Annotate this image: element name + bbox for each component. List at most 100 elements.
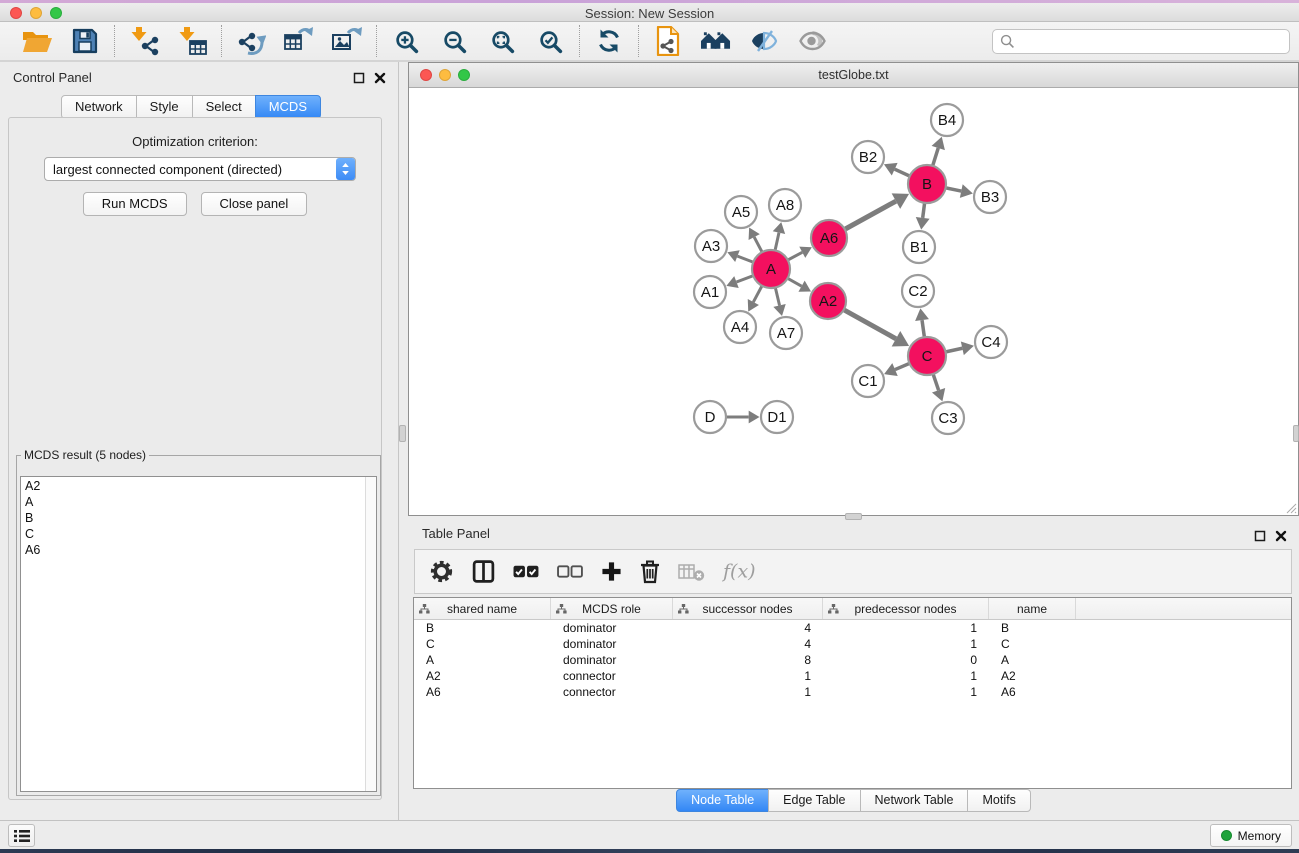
export-network-icon[interactable] bbox=[236, 26, 266, 56]
cell-predecessor-nodes[interactable]: 1 bbox=[823, 636, 989, 652]
apply-function-icon[interactable]: f(x) bbox=[722, 560, 758, 583]
graph-node-C[interactable]: C bbox=[908, 337, 946, 375]
column-header-predecessor-nodes[interactable]: predecessor nodes bbox=[823, 598, 989, 619]
cell-mcds-role[interactable]: dominator bbox=[551, 652, 673, 668]
float-panel-icon[interactable] bbox=[352, 71, 365, 84]
graph-node-C1[interactable]: C1 bbox=[852, 365, 884, 397]
delete-table-icon[interactable] bbox=[678, 562, 705, 582]
show-hide-columns-icon[interactable] bbox=[471, 559, 496, 584]
task-history-button[interactable] bbox=[8, 824, 35, 847]
tab-select[interactable]: Select bbox=[192, 95, 256, 119]
graph-node-B[interactable]: B bbox=[908, 165, 946, 203]
export-table-icon[interactable] bbox=[284, 26, 314, 56]
cell-shared-name[interactable]: C bbox=[414, 636, 551, 652]
table-row[interactable]: A2connector11A2 bbox=[414, 668, 1291, 684]
tab-mcds[interactable]: MCDS bbox=[255, 95, 321, 119]
tab-motifs[interactable]: Motifs bbox=[967, 789, 1030, 812]
zoom-selected-icon[interactable] bbox=[535, 26, 565, 56]
cell-shared-name[interactable]: A bbox=[414, 652, 551, 668]
graph-node-A6[interactable]: A6 bbox=[811, 220, 847, 256]
cell-successor-nodes[interactable]: 4 bbox=[673, 620, 823, 636]
cell-successor-nodes[interactable]: 1 bbox=[673, 668, 823, 684]
cell-shared-name[interactable]: A6 bbox=[414, 684, 551, 700]
cell-successor-nodes[interactable]: 8 bbox=[673, 652, 823, 668]
column-header-shared-name[interactable]: shared name bbox=[414, 598, 551, 619]
cell-predecessor-nodes[interactable]: 1 bbox=[823, 620, 989, 636]
open-folder-icon[interactable] bbox=[22, 26, 52, 56]
network-preview-icon[interactable] bbox=[797, 26, 827, 56]
run-mcds-button[interactable]: Run MCDS bbox=[83, 192, 187, 216]
table-row[interactable]: A6connector11A6 bbox=[414, 684, 1291, 700]
graph-node-A8[interactable]: A8 bbox=[769, 189, 801, 221]
cell-name[interactable]: A6 bbox=[989, 684, 1076, 700]
search-input[interactable] bbox=[1015, 30, 1289, 53]
mcds-result-item[interactable]: A6 bbox=[21, 542, 364, 558]
criterion-dropdown[interactable]: largest connected component (directed) bbox=[44, 157, 356, 181]
graph-node-B2[interactable]: B2 bbox=[852, 141, 884, 173]
cell-mcds-role[interactable]: dominator bbox=[551, 636, 673, 652]
cell-successor-nodes[interactable]: 1 bbox=[673, 684, 823, 700]
resize-grip[interactable] bbox=[1284, 501, 1297, 514]
column-header-successor-nodes[interactable]: successor nodes bbox=[673, 598, 823, 619]
select-all-icon[interactable] bbox=[513, 562, 540, 581]
graph-node-D1[interactable]: D1 bbox=[761, 401, 793, 433]
delete-columns-icon[interactable] bbox=[639, 559, 661, 584]
column-header-name[interactable]: name bbox=[989, 598, 1076, 619]
mcds-result-item[interactable]: A2 bbox=[21, 478, 364, 494]
graph-node-A5[interactable]: A5 bbox=[725, 196, 757, 228]
zoom-in-icon[interactable] bbox=[391, 26, 421, 56]
first-neighbors-icon[interactable] bbox=[701, 26, 731, 56]
close-panel-icon[interactable] bbox=[373, 71, 386, 84]
zoom-fit-icon[interactable] bbox=[487, 26, 517, 56]
graph-node-B1[interactable]: B1 bbox=[903, 231, 935, 263]
cell-mcds-role[interactable]: dominator bbox=[551, 620, 673, 636]
right-splitter-handle[interactable] bbox=[1293, 425, 1299, 442]
unselect-all-icon[interactable] bbox=[557, 562, 584, 581]
network-canvas[interactable]: B4B2BB3B1A5A8A6A3AA1A4A7A2C2CC4C1C3DD1 bbox=[409, 88, 1298, 515]
table-row[interactable]: Adominator80A bbox=[414, 652, 1291, 668]
graph-node-C2[interactable]: C2 bbox=[902, 275, 934, 307]
cell-name[interactable]: C bbox=[989, 636, 1076, 652]
tab-network-table[interactable]: Network Table bbox=[860, 789, 969, 812]
graph-node-D[interactable]: D bbox=[694, 401, 726, 433]
table-row[interactable]: Bdominator41B bbox=[414, 620, 1291, 636]
tab-node-table[interactable]: Node Table bbox=[676, 789, 769, 812]
close-table-panel-icon[interactable] bbox=[1274, 529, 1287, 542]
graph-node-A4[interactable]: A4 bbox=[724, 311, 756, 343]
cell-name[interactable]: A bbox=[989, 652, 1076, 668]
clone-network-icon[interactable] bbox=[653, 26, 683, 56]
graph-node-B4[interactable]: B4 bbox=[931, 104, 963, 136]
search-field[interactable] bbox=[992, 29, 1290, 54]
mcds-result-item[interactable]: B bbox=[21, 510, 364, 526]
cell-successor-nodes[interactable]: 4 bbox=[673, 636, 823, 652]
create-column-icon[interactable] bbox=[601, 561, 622, 582]
cell-mcds-role[interactable]: connector bbox=[551, 668, 673, 684]
graph-node-A7[interactable]: A7 bbox=[770, 317, 802, 349]
toggle-graphics-details-icon[interactable] bbox=[749, 26, 779, 56]
cell-mcds-role[interactable]: connector bbox=[551, 684, 673, 700]
graph-node-B3[interactable]: B3 bbox=[974, 181, 1006, 213]
refresh-icon[interactable] bbox=[594, 26, 624, 56]
cell-name[interactable]: B bbox=[989, 620, 1076, 636]
export-image-icon[interactable] bbox=[332, 26, 362, 56]
save-icon[interactable] bbox=[70, 26, 100, 56]
zoom-out-icon[interactable] bbox=[439, 26, 469, 56]
graph-node-A[interactable]: A bbox=[752, 250, 790, 288]
cell-name[interactable]: A2 bbox=[989, 668, 1076, 684]
mcds-result-item[interactable]: A bbox=[21, 494, 364, 510]
tab-network[interactable]: Network bbox=[61, 95, 137, 119]
graph-node-A1[interactable]: A1 bbox=[694, 276, 726, 308]
cell-predecessor-nodes[interactable]: 1 bbox=[823, 684, 989, 700]
column-header-mcds-role[interactable]: MCDS role bbox=[551, 598, 673, 619]
tab-style[interactable]: Style bbox=[136, 95, 193, 119]
graph-node-C3[interactable]: C3 bbox=[932, 402, 964, 434]
cell-shared-name[interactable]: A2 bbox=[414, 668, 551, 684]
import-network-icon[interactable] bbox=[129, 26, 159, 56]
table-row[interactable]: Cdominator41C bbox=[414, 636, 1291, 652]
close-panel-button[interactable]: Close panel bbox=[201, 192, 308, 216]
cell-predecessor-nodes[interactable]: 1 bbox=[823, 668, 989, 684]
graph-node-A2[interactable]: A2 bbox=[810, 283, 846, 319]
table-mode-gear-icon[interactable] bbox=[429, 559, 454, 584]
mcds-result-item[interactable]: C bbox=[21, 526, 364, 542]
import-table-icon[interactable] bbox=[177, 26, 207, 56]
